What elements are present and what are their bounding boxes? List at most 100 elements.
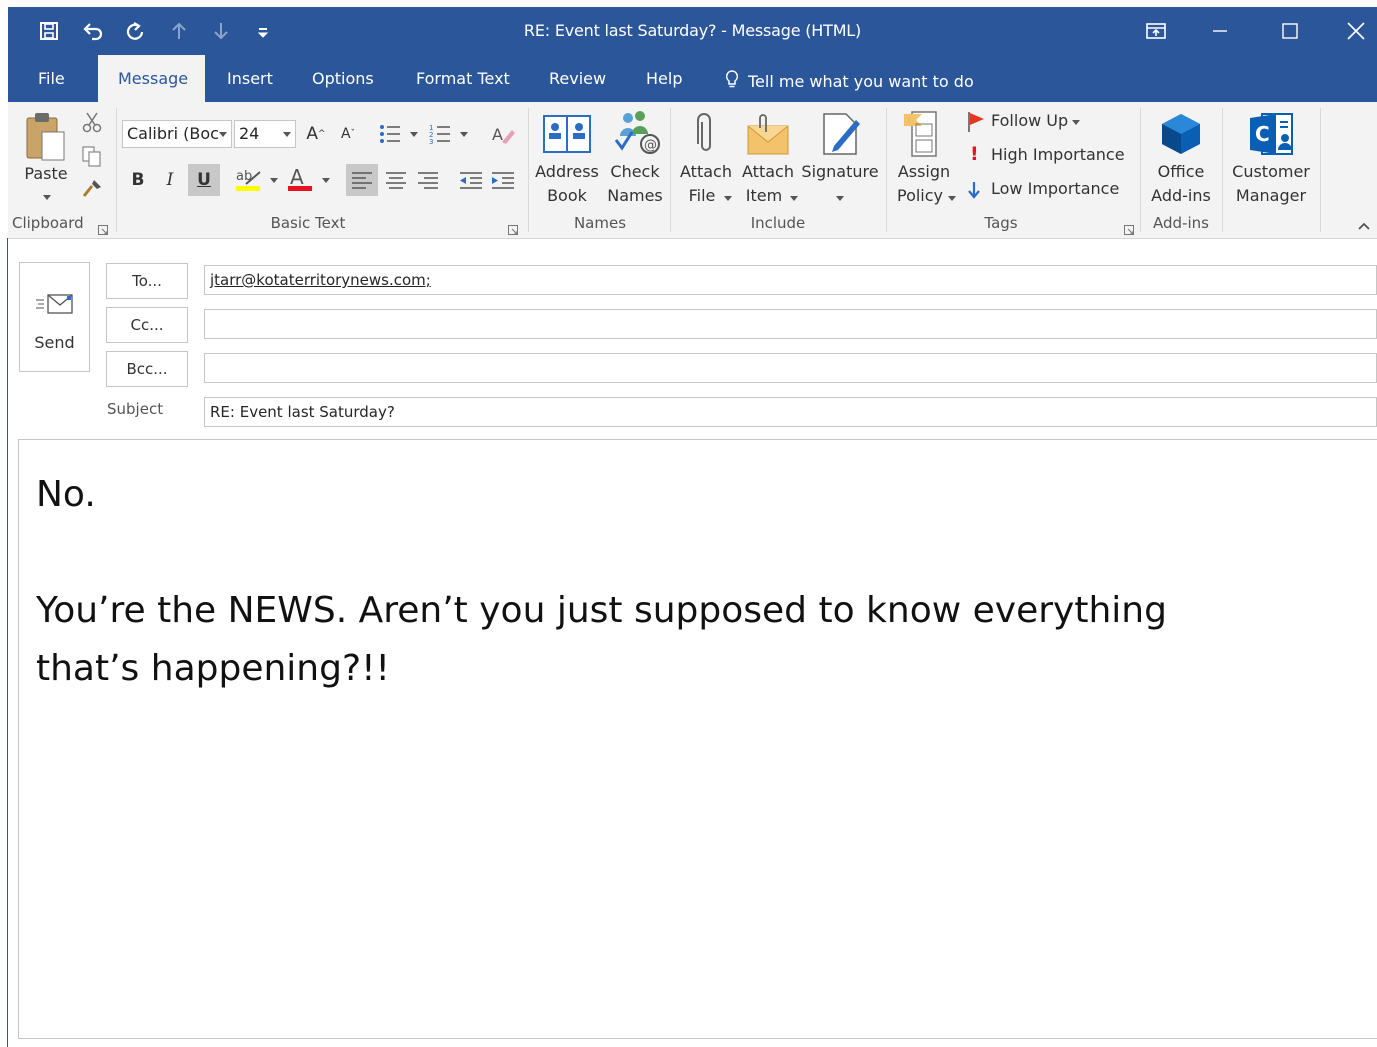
separator xyxy=(1320,108,1321,232)
font-size-combo[interactable]: 24 xyxy=(234,120,296,148)
tell-me-label: Tell me what you want to do xyxy=(748,71,974,91)
attach-file-label-1: Attach xyxy=(680,162,732,181)
clear-formatting-icon[interactable]: A xyxy=(490,122,518,148)
tab-message[interactable]: Message xyxy=(98,55,205,102)
to-field[interactable]: jtarr@kotaterritorynews.com; xyxy=(204,265,1377,295)
align-right-icon[interactable] xyxy=(412,164,444,196)
exclamation-icon: ! xyxy=(970,143,979,165)
body-line: You’re the NEWS. Aren’t you just suppose… xyxy=(36,590,1167,631)
addins-group-label: Add-ins xyxy=(1153,214,1209,232)
separator xyxy=(116,108,117,232)
attach-file-button[interactable]: Attach File xyxy=(676,108,736,212)
tab-format-text[interactable]: Format Text xyxy=(416,69,510,88)
office-addins-label-1: Office xyxy=(1157,162,1205,181)
shrink-font-icon[interactable]: Aˇ xyxy=(334,120,362,148)
subject-label: Subject xyxy=(107,400,164,418)
assign-policy-label-1: Assign xyxy=(897,162,951,181)
tab-options[interactable]: Options xyxy=(312,69,374,88)
italic-button[interactable]: I xyxy=(156,166,184,194)
tab-help[interactable]: Help xyxy=(646,69,682,88)
names-group-label: Names xyxy=(573,214,627,232)
svg-text:A: A xyxy=(492,125,503,144)
separator xyxy=(670,108,671,232)
cut-icon[interactable] xyxy=(80,110,106,134)
window-border xyxy=(7,238,8,1047)
low-importance-label: Low Importance xyxy=(991,179,1120,198)
separator xyxy=(886,108,887,232)
office-addins-label-2: Add-ins xyxy=(1151,186,1211,205)
message-body[interactable]: No. You’re the NEWS. Aren’t you just sup… xyxy=(18,439,1377,1039)
clipboard-group-label: Clipboard xyxy=(12,214,84,232)
customer-manager-label-1: Customer xyxy=(1232,162,1310,181)
to-button[interactable]: To... xyxy=(106,263,188,299)
svg-text:@: @ xyxy=(644,138,657,153)
svg-text:C: C xyxy=(1255,122,1270,146)
signature-label: Signature xyxy=(801,162,879,181)
font-size-value: 24 xyxy=(239,124,260,143)
include-group-label: Include xyxy=(750,214,806,232)
ribbon-tabs: File Message Insert Options Format Text … xyxy=(8,55,1377,102)
address-book-label-2: Book xyxy=(547,186,587,205)
svg-text:3: 3 xyxy=(429,138,433,146)
follow-up-button[interactable]: Follow Up xyxy=(964,110,1134,136)
check-names-button[interactable]: @ Check Names xyxy=(604,108,666,212)
assign-policy-label-2: Policy xyxy=(896,186,944,205)
tab-insert[interactable]: Insert xyxy=(227,69,273,88)
subject-field[interactable]: RE: Event last Saturday? xyxy=(204,397,1377,427)
cc-field[interactable] xyxy=(204,309,1377,339)
address-book-button[interactable]: Address Book xyxy=(534,108,600,212)
text-highlight-color-icon[interactable]: ab xyxy=(234,166,280,194)
align-left-icon[interactable] xyxy=(346,164,378,196)
bullets-icon[interactable] xyxy=(378,122,420,146)
cc-button[interactable]: Cc... xyxy=(106,307,188,343)
customer-manager-label-2: Manager xyxy=(1235,186,1307,205)
office-addins-button[interactable]: Office Add-ins xyxy=(1144,108,1218,212)
check-names-label-2: Names xyxy=(607,186,663,205)
address-book-label-1: Address xyxy=(535,162,599,181)
high-importance-label: High Importance xyxy=(991,145,1125,164)
basic-text-dialog-launcher-icon[interactable] xyxy=(508,220,518,235)
grow-font-icon[interactable]: A ^ xyxy=(302,120,330,148)
attach-item-button[interactable]: Attach Item xyxy=(738,108,798,212)
basic-text-group-label: Basic Text xyxy=(270,214,346,232)
bcc-button[interactable]: Bcc... xyxy=(106,351,188,387)
send-label: Send xyxy=(34,333,75,352)
tell-me-search[interactable]: Tell me what you want to do xyxy=(724,69,974,93)
font-name-value: Calibri (Boc xyxy=(127,124,219,143)
recipient-email[interactable]: jtarr@kotaterritorynews.com; xyxy=(210,271,431,289)
separator xyxy=(528,108,529,232)
increase-indent-icon[interactable] xyxy=(488,164,518,196)
numbering-icon[interactable]: 123 xyxy=(428,122,470,146)
format-painter-icon[interactable] xyxy=(80,176,106,200)
send-icon xyxy=(36,294,73,314)
maximize-icon[interactable] xyxy=(1262,7,1318,55)
ribbon: Paste Clipboard Calibri (Boc 24 A ^ Aˇ 12… xyxy=(8,102,1377,239)
send-button[interactable]: Send xyxy=(19,262,90,372)
paste-label: Paste xyxy=(24,164,68,183)
tab-review[interactable]: Review xyxy=(549,69,606,88)
customer-manager-button[interactable]: C Customer Manager xyxy=(1226,108,1316,212)
high-importance-button[interactable]: ! High Importance xyxy=(964,143,1134,170)
tags-dialog-launcher-icon[interactable] xyxy=(1124,220,1134,235)
decrease-indent-icon[interactable] xyxy=(456,164,486,196)
attach-item-label-1: Attach xyxy=(742,162,794,181)
align-center-icon[interactable] xyxy=(380,164,412,196)
assign-policy-button[interactable]: Assign Policy xyxy=(892,108,956,212)
paste-button[interactable]: Paste xyxy=(18,106,78,206)
low-importance-button[interactable]: Low Importance xyxy=(964,178,1134,204)
collapse-ribbon-icon[interactable] xyxy=(1356,218,1372,232)
tab-file[interactable]: File xyxy=(38,69,65,88)
copy-icon[interactable] xyxy=(80,144,106,168)
font-name-combo[interactable]: Calibri (Boc xyxy=(122,120,232,148)
ribbon-display-options-icon[interactable] xyxy=(1128,7,1184,55)
signature-button[interactable]: Signature xyxy=(800,108,880,212)
attach-item-label-2: Item xyxy=(745,186,783,205)
close-icon[interactable] xyxy=(1328,7,1377,55)
underline-button[interactable]: U xyxy=(188,164,220,196)
minimize-icon[interactable] xyxy=(1192,7,1248,55)
bold-button[interactable]: B xyxy=(124,166,152,194)
bcc-field[interactable] xyxy=(204,353,1377,383)
title-bar: RE: Event last Saturday? - Message (HTML… xyxy=(8,7,1377,55)
clipboard-dialog-launcher-icon[interactable] xyxy=(98,220,108,235)
font-color-icon[interactable]: A xyxy=(286,165,332,194)
